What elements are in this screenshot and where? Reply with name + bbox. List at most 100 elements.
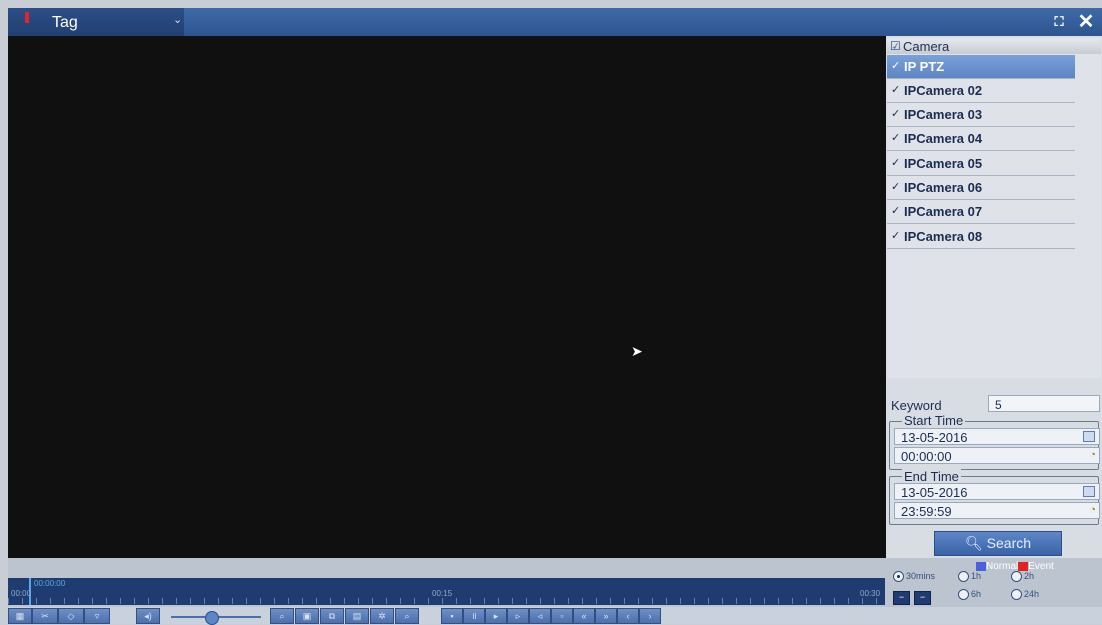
check-icon[interactable]: ✓: [891, 107, 900, 120]
zoom-label: 1h: [971, 571, 982, 581]
settings-icon[interactable]: ✲: [370, 608, 394, 624]
zoom-1h[interactable]: 1h: [958, 571, 982, 583]
event-swatch: [1018, 561, 1029, 571]
radio-icon[interactable]: [958, 589, 969, 601]
filter-icon[interactable]: ▿: [84, 608, 110, 624]
check-icon[interactable]: ✓: [891, 204, 900, 217]
start-time-label: Start Time: [902, 413, 966, 428]
camera-header-label: Camera: [903, 39, 950, 54]
capture-icon[interactable]: ▣: [295, 608, 319, 624]
normal-swatch: [976, 561, 986, 571]
start-time-field[interactable]: 00:00:00 ◔: [894, 447, 1100, 464]
zoom-in-icon[interactable]: −: [914, 591, 931, 605]
step-forward-icon[interactable]: ▹: [507, 608, 529, 624]
checkbox-icon[interactable]: ☑: [890, 39, 901, 53]
end-time-label: End Time: [902, 469, 961, 484]
pause-icon[interactable]: ॥: [463, 608, 485, 624]
radio-icon[interactable]: [958, 571, 969, 583]
clip-icon[interactable]: ✂: [32, 608, 58, 624]
camera-item-07[interactable]: ✓ IPCamera 07: [887, 200, 1075, 224]
copy-icon[interactable]: ⧉: [320, 608, 344, 624]
radio-icon[interactable]: [893, 571, 904, 583]
mouse-pointer-icon: ➤: [631, 343, 643, 359]
timeline-mid-label: 00:15: [432, 589, 453, 598]
end-time-value: 23:59:59: [901, 504, 952, 519]
mode-dropdown[interactable]: Tag ⌄: [8, 8, 184, 36]
camera-label: IPCamera 07: [904, 204, 983, 219]
zoom-label: 6h: [971, 589, 982, 599]
previous-icon[interactable]: ‹: [617, 608, 639, 624]
stop-icon[interactable]: ▪: [441, 608, 463, 624]
end-date-field[interactable]: 13-05-2016: [894, 483, 1100, 500]
camera-item-06[interactable]: ✓ IPCamera 06: [887, 176, 1075, 200]
calendar-icon[interactable]: [1083, 431, 1095, 442]
keyword-label: Keyword: [891, 398, 942, 413]
check-icon[interactable]: ✓: [891, 229, 900, 242]
slow-icon[interactable]: «: [573, 608, 595, 624]
end-date-value: 13-05-2016: [901, 485, 968, 500]
close-icon[interactable]: ✕: [1074, 10, 1098, 34]
end-time-field[interactable]: 23:59:59 ◔: [894, 502, 1100, 519]
camera-label: IPCamera 03: [904, 107, 983, 122]
check-icon[interactable]: ✓: [891, 83, 900, 96]
search-icon: 🔍︎: [964, 535, 983, 551]
tag-add-icon[interactable]: ◇: [58, 608, 84, 624]
clock-icon[interactable]: ◔: [1089, 504, 1096, 516]
mode-label: Tag: [52, 14, 78, 31]
camera-item-08[interactable]: ✓ IPCamera 08: [887, 225, 1075, 249]
calendar-icon[interactable]: [1083, 486, 1095, 497]
check-icon[interactable]: ✓: [891, 131, 900, 144]
zoom-label: 30mins: [906, 571, 936, 581]
radio-icon[interactable]: [1011, 571, 1022, 583]
volume-icon[interactable]: ◂): [136, 608, 160, 624]
timeline-ticks: [8, 598, 885, 604]
timeline-end-label: 00:30: [860, 589, 881, 598]
chevron-down-icon: ⌄: [173, 14, 183, 26]
camera-item-ip-ptz[interactable]: ✓ IP PTZ: [887, 55, 1075, 79]
zoom-label: 2h: [1024, 571, 1035, 581]
camera-label: IPCamera 02: [904, 83, 983, 98]
check-icon[interactable]: ✓: [891, 180, 900, 193]
backup-icon[interactable]: ▤: [345, 608, 369, 624]
fullscreen-icon[interactable]: ⛶: [1046, 10, 1070, 34]
keyword-input[interactable]: 5: [988, 395, 1100, 412]
camera-label: IP PTZ: [904, 59, 945, 74]
volume-slider-knob[interactable]: [205, 611, 219, 625]
camera-label: IPCamera 05: [904, 156, 983, 171]
zoom-out-icon[interactable]: −: [893, 591, 910, 605]
tag-icon: [25, 12, 29, 23]
zoom-icon[interactable]: ⌕: [270, 608, 294, 624]
layout-icon[interactable]: ▦: [8, 608, 32, 624]
zoom-label: 24h: [1024, 589, 1040, 599]
timeline-start-label: 00:00: [11, 589, 32, 598]
camera-label: IPCamera 08: [904, 229, 983, 244]
zoom-30mins[interactable]: 30mins: [893, 571, 936, 583]
zoom-24h[interactable]: 24h: [1011, 589, 1040, 601]
next-icon[interactable]: ›: [639, 608, 661, 624]
zoom-2h[interactable]: 2h: [1011, 571, 1035, 583]
camera-label: IPCamera 06: [904, 180, 983, 195]
search-tool-icon[interactable]: ⌕: [395, 608, 419, 624]
search-button-label: Search: [986, 535, 1032, 551]
start-date-field[interactable]: 13-05-2016: [894, 428, 1100, 445]
clock-icon[interactable]: ◔: [1089, 449, 1096, 461]
camera-item-03[interactable]: ✓ IPCamera 03: [887, 103, 1075, 127]
camera-label: IPCamera 04: [904, 131, 983, 146]
step-back-icon[interactable]: ◃: [529, 608, 551, 624]
play-icon[interactable]: ▸: [485, 608, 507, 624]
start-date-value: 13-05-2016: [901, 430, 968, 445]
camera-item-04[interactable]: ✓ IPCamera 04: [887, 127, 1075, 151]
video-playback-area[interactable]: [8, 36, 886, 558]
search-button[interactable]: 🔍︎ Search: [934, 531, 1062, 556]
frame-icon[interactable]: ▫: [551, 608, 573, 624]
check-icon[interactable]: ✓: [891, 59, 900, 72]
check-icon[interactable]: ✓: [891, 156, 900, 169]
camera-item-05[interactable]: ✓ IPCamera 05: [887, 152, 1075, 176]
start-time-value: 00:00:00: [901, 449, 952, 464]
radio-icon[interactable]: [1011, 589, 1022, 601]
fast-icon[interactable]: »: [595, 608, 617, 624]
zoom-6h[interactable]: 6h: [958, 589, 982, 601]
current-time: 00:00:00: [34, 579, 66, 588]
camera-list-header[interactable]: ☑ Camera: [887, 38, 1101, 54]
camera-item-02[interactable]: ✓ IPCamera 02: [887, 79, 1075, 103]
